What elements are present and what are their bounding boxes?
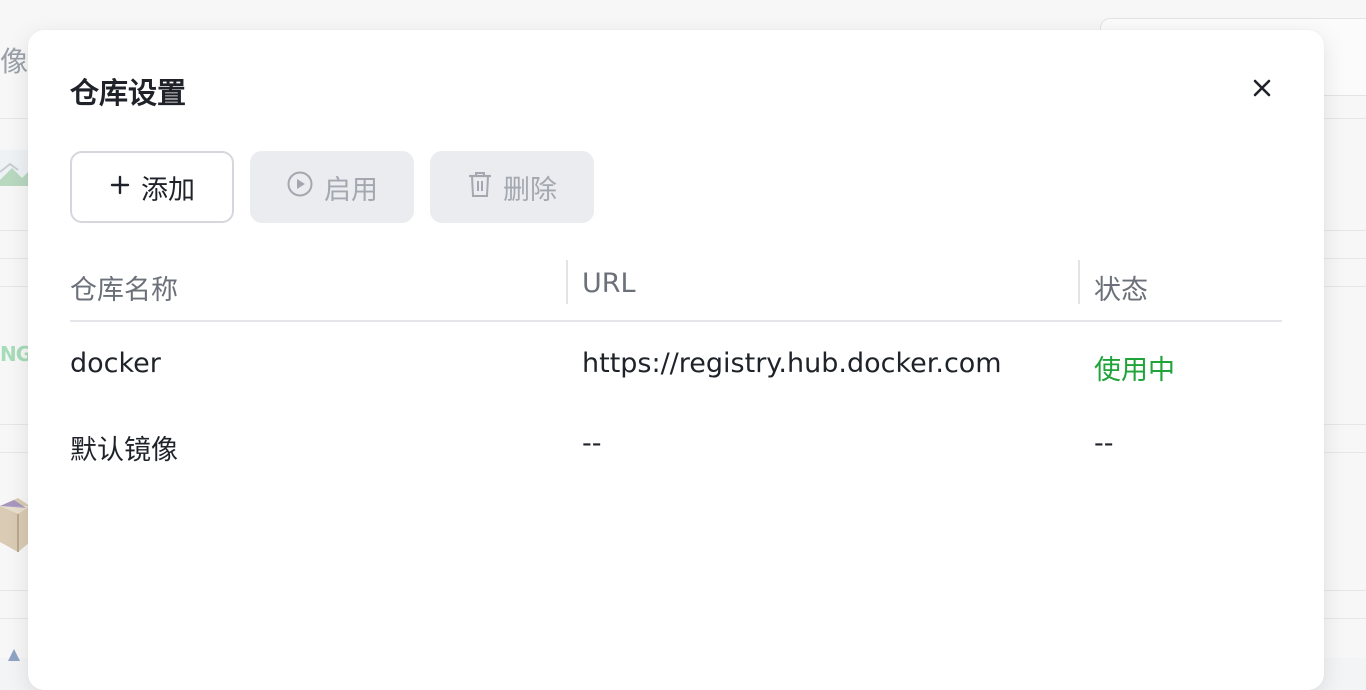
dialog-title: 仓库设置 [70,76,187,110]
table-row[interactable]: docker https://registry.hub.docker.com 使… [70,322,1282,402]
column-divider[interactable] [566,260,568,304]
enable-button[interactable]: 启用 [250,151,414,223]
column-divider[interactable] [1078,260,1080,304]
plus-icon [109,172,131,203]
repository-settings-dialog: 仓库设置 添加 启用 删除 仓库名称 URL 状态 docker https:/… [28,30,1324,690]
play-circle-icon [286,170,314,205]
background-image-thumbnail [0,646,30,661]
delete-button-label: 删除 [503,174,557,206]
repository-url: -- [582,428,602,459]
background-page-title: 像 [0,45,29,78]
close-icon [1251,77,1273,103]
close-button[interactable] [1244,72,1280,108]
background-logo-text: NG [0,342,32,366]
repository-url: https://registry.hub.docker.com [582,348,1002,379]
background-box-image [0,496,30,552]
repository-table: 仓库名称 URL 状态 docker https://registry.hub.… [70,260,1282,482]
status-badge: -- [1094,428,1114,459]
enable-button-label: 启用 [324,174,378,206]
table-header: 仓库名称 URL 状态 [70,260,1282,322]
column-header-name: 仓库名称 [70,275,178,306]
status-badge: 使用中 [1094,355,1175,386]
table-row[interactable]: 默认镜像 -- -- [70,402,1282,482]
column-header-status: 状态 [1094,275,1148,306]
repository-name: docker [70,348,161,379]
delete-button[interactable]: 删除 [430,151,594,223]
toolbar: 添加 启用 删除 [70,151,594,223]
add-button[interactable]: 添加 [70,151,234,223]
repository-name: 默认镜像 [70,435,178,466]
column-header-url: URL [582,268,636,299]
trash-icon [467,170,493,205]
background-image-thumbnail [0,150,30,186]
add-button-label: 添加 [141,174,195,206]
